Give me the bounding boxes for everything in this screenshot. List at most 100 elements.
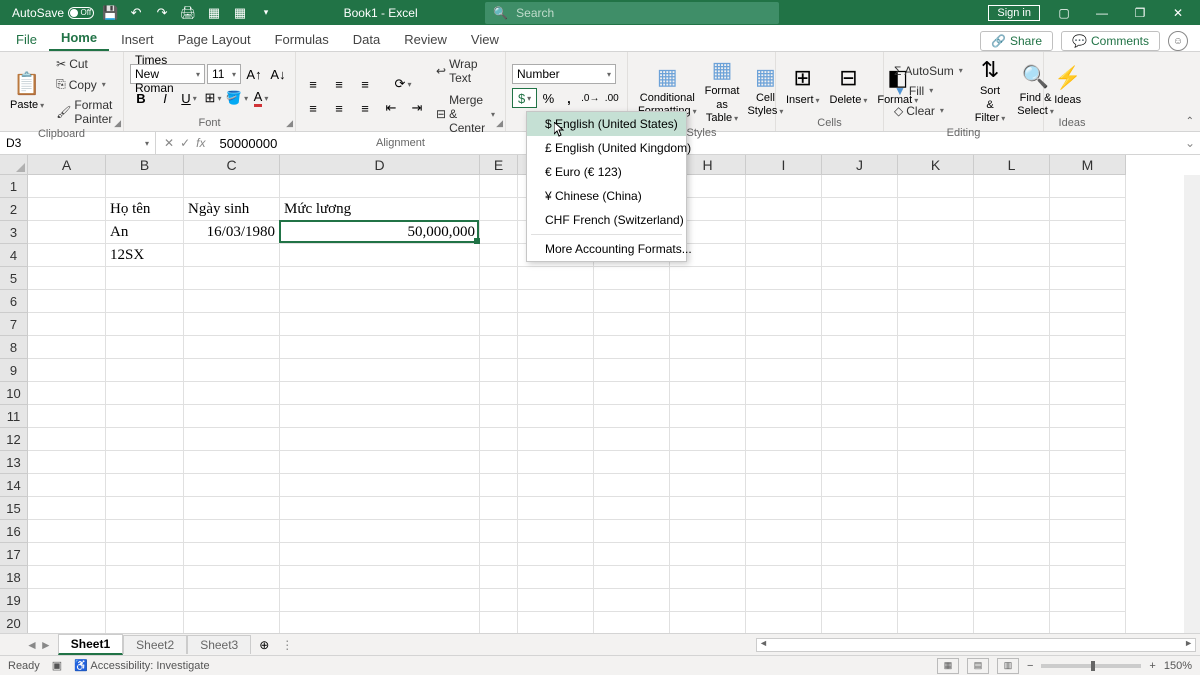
tab-review[interactable]: Review [392,28,459,51]
zoom-in-button[interactable]: + [1149,660,1155,672]
accounting-format-button[interactable]: $▾ [512,88,537,108]
format-as-table-button[interactable]: ▦Format as Table▾ [701,55,744,127]
comments-button[interactable]: 💬 Comments [1061,31,1160,51]
outdent-icon[interactable]: ⇤ [380,98,402,118]
clipboard-launcher-icon[interactable]: ◢ [114,118,121,129]
paste-button[interactable]: 📋 Paste▾ [6,69,48,115]
currency-option-gbp[interactable]: £ English (United Kingdom) [527,136,686,160]
undo-icon[interactable]: ↶ [126,3,146,23]
percent-button[interactable]: % [539,88,558,108]
cell-D2[interactable]: Mức lương [280,198,480,221]
shrink-font-icon[interactable]: A↓ [267,64,289,84]
align-middle-icon[interactable]: ≡ [328,74,350,94]
font-launcher-icon[interactable]: ◢ [286,118,293,129]
expand-formula-bar-icon[interactable]: ⌄ [1180,136,1200,150]
share-button[interactable]: 🔗 Share [980,31,1053,51]
vertical-scrollbar[interactable] [1184,175,1200,633]
tab-home[interactable]: Home [49,26,109,51]
underline-button[interactable]: U▾ [178,88,200,108]
column-header-K[interactable]: K [898,155,974,174]
italic-button[interactable]: I [154,88,176,108]
fx-icon[interactable]: fx [196,136,205,150]
cell-D3[interactable]: 50,000,000 [280,221,480,244]
row-header-14[interactable]: 14 [0,474,27,497]
page-layout-view-icon[interactable]: ▤ [967,658,989,674]
row-header-7[interactable]: 7 [0,313,27,336]
column-header-I[interactable]: I [746,155,822,174]
border-button[interactable]: ⊞▾ [202,88,224,108]
format-painter-button[interactable]: 🖌Format Painter [52,96,117,128]
row-header-1[interactable]: 1 [0,175,27,198]
redo-icon[interactable]: ↷ [152,3,172,23]
font-size-select[interactable]: 11▾ [207,64,241,84]
row-header-16[interactable]: 16 [0,520,27,543]
zoom-level[interactable]: 150% [1164,660,1192,672]
collapse-ribbon-icon[interactable]: ⌃ [1186,116,1194,127]
sheet-tab-3[interactable]: Sheet3 [187,635,251,654]
align-right-icon[interactable]: ≡ [354,98,376,118]
macro-record-icon[interactable]: ▣ [52,659,62,672]
row-header-5[interactable]: 5 [0,267,27,290]
save-icon[interactable]: 💾 [100,3,120,23]
font-name-select[interactable]: Times New Roman▾ [130,64,205,84]
row-header-11[interactable]: 11 [0,405,27,428]
align-top-icon[interactable]: ≡ [302,74,324,94]
autosum-button[interactable]: ΣAutoSum▾ [890,62,967,80]
zoom-slider[interactable] [1041,664,1141,668]
tab-data[interactable]: Data [341,28,392,51]
currency-option-cny[interactable]: ¥ Chinese (China) [527,184,686,208]
fill-color-button[interactable]: 🪣▾ [226,88,248,108]
decrease-decimal-icon[interactable]: .00 [603,88,622,108]
accessibility-status[interactable]: ♿ Accessibility: Investigate [74,659,209,672]
row-header-10[interactable]: 10 [0,382,27,405]
merge-center-button[interactable]: ⊟Merge & Center▾ [432,91,499,137]
sheet-tab-1[interactable]: Sheet1 [58,634,123,655]
row-header-9[interactable]: 9 [0,359,27,382]
wrap-text-button[interactable]: ↩Wrap Text [432,55,499,87]
close-icon[interactable]: ✕ [1164,1,1192,25]
font-color-button[interactable]: A▾ [250,88,272,108]
maximize-icon[interactable]: ❐ [1126,1,1154,25]
row-header-2[interactable]: 2 [0,198,27,221]
column-header-C[interactable]: C [184,155,280,174]
column-header-M[interactable]: M [1050,155,1126,174]
tab-page-layout[interactable]: Page Layout [166,28,263,51]
feedback-icon[interactable]: ☺ [1168,31,1188,51]
orientation-icon[interactable]: ⟳▾ [392,74,414,94]
column-header-B[interactable]: B [106,155,184,174]
more-accounting-formats[interactable]: More Accounting Formats... [527,237,686,261]
fill-button[interactable]: ▼Fill▾ [890,82,967,100]
enter-formula-icon[interactable]: ✓ [180,136,190,150]
qat-more-icon[interactable]: ▾ [256,3,276,23]
qat-icon2[interactable]: ▦ [204,3,224,23]
currency-option-usd[interactable]: $ English (United States) [527,112,686,136]
minimize-icon[interactable]: — [1088,1,1116,25]
row-header-13[interactable]: 13 [0,451,27,474]
clear-button[interactable]: ◇Clear▾ [890,102,967,120]
align-center-icon[interactable]: ≡ [328,98,350,118]
tab-insert[interactable]: Insert [109,28,166,51]
currency-option-eur[interactable]: € Euro (€ 123) [527,160,686,184]
comma-button[interactable]: , [560,88,579,108]
alignment-launcher-icon[interactable]: ◢ [496,118,503,129]
cell-C2[interactable]: Ngày sinh [184,198,280,221]
horizontal-scrollbar[interactable] [756,638,1196,652]
row-header-20[interactable]: 20 [0,612,27,635]
column-header-A[interactable]: A [28,155,106,174]
row-header-12[interactable]: 12 [0,428,27,451]
row-header-8[interactable]: 8 [0,336,27,359]
ideas-button[interactable]: ⚡Ideas [1050,63,1085,109]
row-header-4[interactable]: 4 [0,244,27,267]
row-header-18[interactable]: 18 [0,566,27,589]
row-header-17[interactable]: 17 [0,543,27,566]
page-break-view-icon[interactable]: ▥ [997,658,1019,674]
cut-button[interactable]: ✂Cut [52,55,117,73]
sheet-nav-prev-icon[interactable]: ◄ [26,638,38,652]
row-header-19[interactable]: 19 [0,589,27,612]
align-bottom-icon[interactable]: ≡ [354,74,376,94]
number-format-select[interactable]: Number▾ [512,64,616,84]
row-header-3[interactable]: 3 [0,221,27,244]
row-header-15[interactable]: 15 [0,497,27,520]
signin-button[interactable]: Sign in [988,5,1040,21]
qat-icon[interactable]: 🖨 [178,3,198,23]
